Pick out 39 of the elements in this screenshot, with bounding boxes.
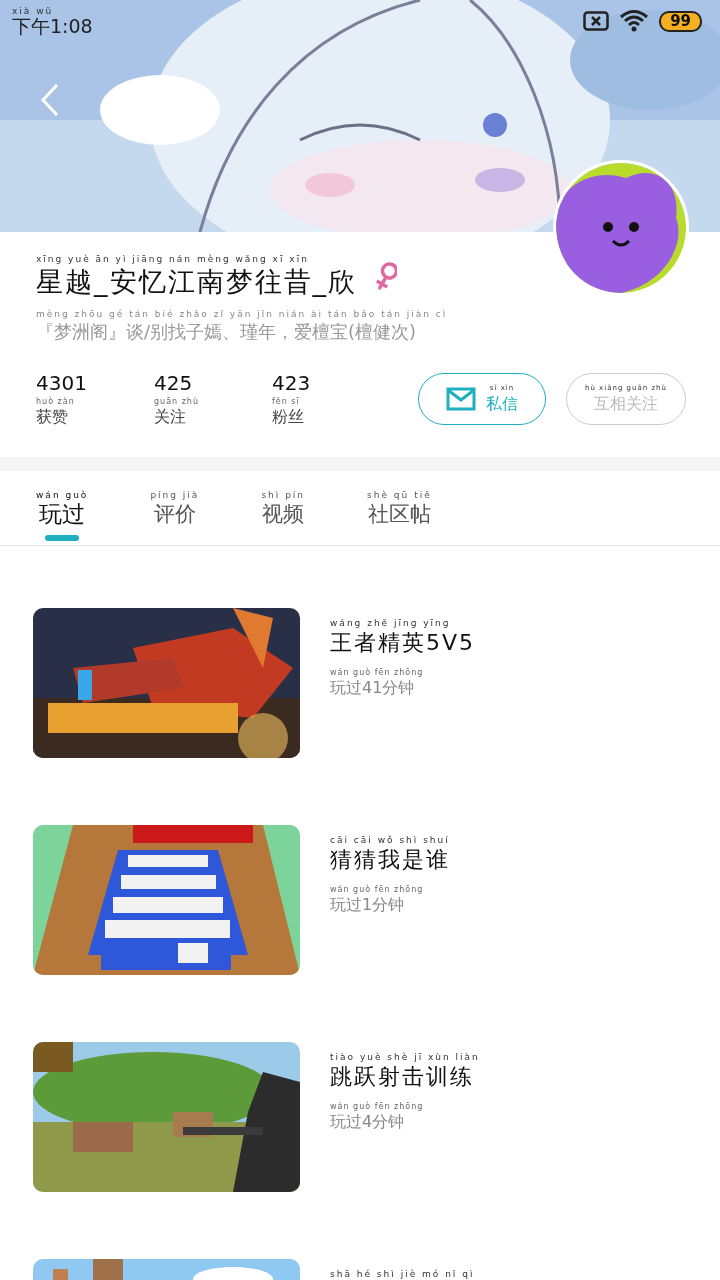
pinyin-annotation: cāi cāi wǒ shì shuí [330,835,450,846]
pinyin-annotation: wán guò fēn zhōng [330,884,424,895]
pinyin-annotation: shā hé shì jiè mó nǐ qì [330,1269,475,1280]
tab[interactable]: shè qū tiě 社区帖 [367,490,432,545]
wifi-icon [619,9,650,33]
pinyin-annotation: mèng zhōu gé tán bié zhǎo zǐ yān jǐn nián ài tán bǎo tán jiàn cì [36,309,448,320]
tab[interactable]: shì pín 视频 [261,490,306,545]
game-title: 跳跃射击训练 [330,1063,474,1091]
pinyin-annotation: fěn sī [272,396,300,407]
mail-icon [446,386,476,411]
user-name: 星越_安忆江南梦往昔_欣 [36,265,357,299]
play-time: 玩过4分钟 [330,1112,405,1132]
stat-label: 获赞 [36,407,68,427]
game-item[interactable]: cāi cāi wǒ shì shuí 猜猜我是谁 wán guò fēn zhōng 玩过1分钟 [33,825,720,975]
avatar[interactable] [553,160,689,296]
stat-count: 4301 [36,370,87,396]
game-item[interactable]: shā hé shì jiè mó nǐ qì [33,1259,720,1280]
game-item[interactable]: wáng zhě jīng yīng 王者精英5V5 wán guò fēn zhōng 玩过41分钟 [33,608,720,758]
user-bio: 『梦洲阁』谈/别找子嫣、瑾年，爱檀宝(檀健次) [36,320,417,344]
pinyin-annotation: wán guò fēn zhōng [330,667,424,678]
pinyin-annotation: huò zàn [36,396,75,407]
tab[interactable]: píng jià 评价 [150,490,200,545]
play-time: 玩过41分钟 [330,678,415,698]
tab[interactable]: wán guò 玩过 [36,490,89,545]
pinyin-annotation: tiào yuè shè jī xùn liàn [330,1052,480,1063]
pinyin-annotation: xià wǔ [12,6,55,17]
stat-label: 粉丝 [272,407,304,427]
stat-label: 关注 [154,407,186,427]
game-title: 王者精英5V5 [330,629,476,657]
game-item[interactable]: tiào yuè shè jī xùn liàn 跳跃射击训练 wán guò fēn zhōng 玩过4分钟 [33,1042,720,1192]
game-title: 猜猜我是谁 [330,846,450,874]
pinyin-annotation: guān zhù [154,396,199,407]
status-time: 下午1:08 [12,17,93,36]
pinyin-annotation: wán guò fēn zhōng [330,1101,424,1112]
play-time: 玩过1分钟 [330,895,405,915]
stat-count: 425 [154,370,193,396]
stat-count: 423 [272,370,311,396]
pinyin-annotation: wáng zhě jīng yīng [330,618,451,629]
pinyin-annotation: xīng yuè ān yì jiāng nán mèng wǎng xī xīn [36,254,309,265]
